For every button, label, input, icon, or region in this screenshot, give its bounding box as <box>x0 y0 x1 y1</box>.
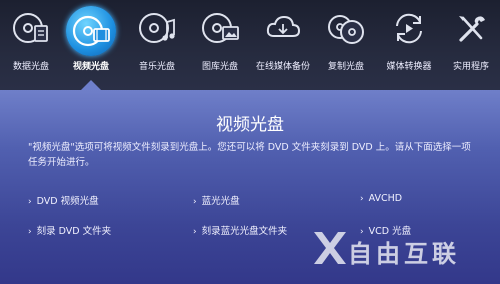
tab-label: 媒体转换器 <box>386 62 432 72</box>
tab-label: 视频光盘 <box>72 62 109 72</box>
option-avchd[interactable]: › AVCHD <box>360 193 402 204</box>
tab-copy-disc[interactable]: 复制光盘 <box>315 0 377 90</box>
chevron-right-icon: › <box>193 227 197 237</box>
top-toolbar: 数据光盘 视频光盘 音乐光盘 图库光盘 在线媒体备份 复制光盘 媒体转换器 实用… <box>0 0 500 90</box>
watermark-text: 自由互联 <box>348 240 460 268</box>
tab-label: 复制光盘 <box>327 62 364 72</box>
tab-media-converter[interactable]: 媒体转换器 <box>378 0 440 90</box>
option-label: DVD 视频光盘 <box>36 196 99 207</box>
option-label: AVCHD <box>368 193 403 204</box>
music-disc-icon <box>139 13 175 43</box>
option-burn-bluray-folder[interactable]: › 刻录蓝光光盘文件夹 <box>193 223 287 237</box>
page-description: "视频光盘"选项可将视频文件刻录到光盘上。您还可以将 DVD 文件夹刻录到 DV… <box>28 142 471 168</box>
tools-icon <box>459 16 485 42</box>
option-label: 刻录蓝光光盘文件夹 <box>201 226 288 237</box>
tab-data-disc[interactable]: 数据光盘 <box>0 0 62 90</box>
option-burn-dvd-folder[interactable]: › 刻录 DVD 文件夹 <box>28 223 111 237</box>
tab-label: 图库光盘 <box>201 62 238 72</box>
chevron-right-icon: › <box>28 227 32 237</box>
tab-online-backup[interactable]: 在线媒体备份 <box>252 0 314 90</box>
tab-label: 音乐光盘 <box>138 62 175 72</box>
copy-disc-icon <box>328 15 364 44</box>
tab-utilities[interactable]: 实用程序 <box>440 0 500 90</box>
watermark-logo-icon <box>314 232 346 264</box>
tab-label: 在线媒体备份 <box>255 62 310 72</box>
option-bluray-disc[interactable]: › 蓝光光盘 <box>193 193 240 207</box>
video-disc-icon <box>66 6 116 56</box>
photo-disc-icon <box>202 13 239 43</box>
option-label: 刻录 DVD 文件夹 <box>36 226 112 237</box>
option-dvd-video[interactable]: › DVD 视频光盘 <box>28 193 99 207</box>
active-tab-pointer <box>81 80 101 90</box>
tab-video-disc[interactable]: 视频光盘 <box>60 0 122 90</box>
option-label: 蓝光光盘 <box>201 196 240 207</box>
tab-label: 数据光盘 <box>12 62 49 72</box>
page-title: 视频光盘 <box>216 115 284 135</box>
chevron-right-icon: › <box>360 194 364 204</box>
tab-label: 实用程序 <box>452 62 489 72</box>
cloud-backup-icon <box>266 15 301 37</box>
tab-music-disc[interactable]: 音乐光盘 <box>126 0 188 90</box>
chevron-right-icon: › <box>193 197 197 207</box>
data-disc-icon <box>13 13 48 43</box>
tab-photo-disc[interactable]: 图库光盘 <box>189 0 251 90</box>
chevron-right-icon: › <box>28 197 32 207</box>
media-converter-icon <box>396 13 422 44</box>
watermark: 自由互联 <box>312 228 492 272</box>
